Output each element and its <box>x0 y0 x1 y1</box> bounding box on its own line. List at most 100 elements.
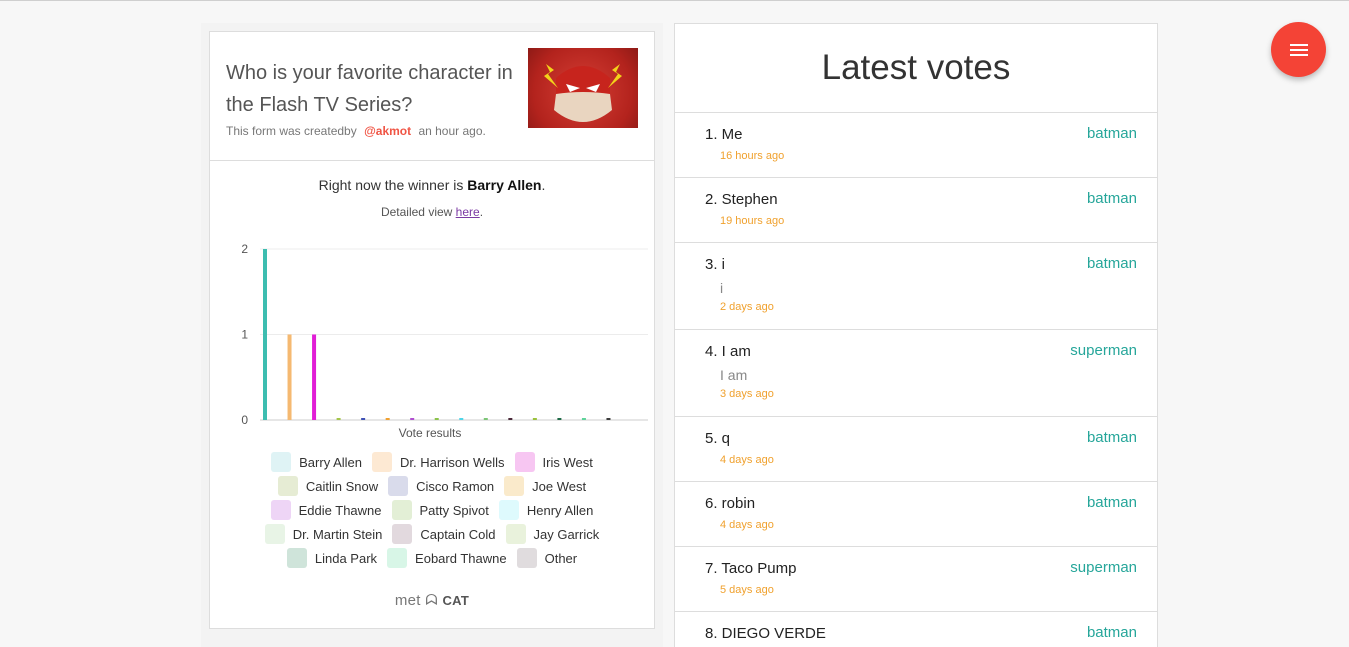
voter-name: 2. Stephen <box>705 191 778 208</box>
vote-choice: superman <box>1070 342 1137 359</box>
vote-comment: i <box>720 280 724 296</box>
vote-time: 2 days ago <box>720 301 774 313</box>
legend-item[interactable]: Henry Allen <box>498 500 593 520</box>
bar-eobard-thawne[interactable] <box>581 418 586 420</box>
legend-item[interactable]: Other <box>516 548 578 568</box>
legend-label: Caitlin Snow <box>305 478 379 494</box>
vote-time: 3 days ago <box>720 388 774 400</box>
bar-dr-martin-stein[interactable] <box>483 418 488 420</box>
legend-label: Dr. Harrison Wells <box>400 454 505 470</box>
bar-linda-park[interactable] <box>557 418 562 420</box>
bar-iris-west[interactable] <box>312 334 317 421</box>
vote-choice: batman <box>1086 494 1137 511</box>
chart-legend: Barry Allen Dr. Harrison Wells Iris West Ca… <box>210 452 654 568</box>
bar-patty-spivot[interactable] <box>434 418 439 420</box>
legend-label: Cisco Ramon <box>416 478 495 494</box>
legend-label: Iris West <box>542 454 593 470</box>
author-link[interactable]: @akmot <box>364 124 411 138</box>
bar-cisco-ramon[interactable] <box>361 418 366 420</box>
detail-suffix: . <box>479 205 484 219</box>
vote-time: 5 days ago <box>720 584 774 596</box>
vote-item: 6. robin 4 days ago batman <box>675 482 1157 547</box>
legend-swatch <box>392 524 413 544</box>
vote-comment: I am <box>720 367 748 383</box>
vote-item: 1. Me 16 hours ago batman <box>675 113 1157 178</box>
x-axis-label: Vote results <box>399 426 462 437</box>
legend-row: Caitlin Snow Cisco Ramon Joe West <box>277 476 586 496</box>
voter-name: 3. i <box>705 256 726 273</box>
metcat-logo: met ᗣ CAT <box>210 592 654 609</box>
legend-item[interactable]: Eobard Thawne <box>387 548 507 568</box>
winner-name: Barry Allen <box>467 177 542 193</box>
legend-item[interactable]: Caitlin Snow <box>277 476 379 496</box>
menu-button[interactable] <box>1271 22 1326 77</box>
winner-suffix: . <box>541 177 546 193</box>
poll-header: Who is your favorite character in the Fl… <box>210 32 654 161</box>
legend-swatch <box>388 476 409 496</box>
legend-swatch <box>277 476 298 496</box>
vote-choice: batman <box>1086 624 1137 641</box>
legend-label: Captain Cold <box>420 526 496 542</box>
legend-swatch <box>391 500 412 520</box>
poll-question: Who is your favorite character in the Fl… <box>226 62 513 116</box>
legend-item[interactable]: Cisco Ramon <box>388 476 494 496</box>
menu-icon <box>1289 43 1308 56</box>
legend-item[interactable]: Iris West <box>514 452 593 472</box>
legend-swatch <box>270 500 291 520</box>
legend-item[interactable]: Eddie Thawne <box>270 500 382 520</box>
vote-choice: batman <box>1086 190 1137 207</box>
y-tick-label: 1 <box>241 328 248 342</box>
legend-item[interactable]: Jay Garrick <box>505 524 600 544</box>
legend-item[interactable]: Barry Allen <box>271 452 362 472</box>
legend-label: Barry Allen <box>299 454 363 470</box>
legend-item[interactable]: Linda Park <box>286 548 377 568</box>
latest-votes-title: Latest votes <box>675 24 1157 113</box>
legend-row: Eddie Thawne Patty Spivot Henry Allen <box>270 500 593 520</box>
legend-swatch <box>264 524 285 544</box>
voter-name: 6. robin <box>705 495 756 512</box>
vote-results-chart: 0 1 2 Vote results <box>241 242 648 437</box>
cat-icon: ᗣ <box>425 592 438 609</box>
vote-choice: batman <box>1086 255 1137 272</box>
vote-time: 4 days ago <box>720 454 774 466</box>
legend-item[interactable]: Dr. Harrison Wells <box>372 452 505 472</box>
detail-link[interactable]: here <box>456 205 480 219</box>
legend-label: Other <box>544 550 578 566</box>
bar-captain-cold[interactable] <box>508 418 513 420</box>
vote-item: 3. i i 2 days ago batman <box>675 243 1157 330</box>
bar-other[interactable] <box>606 418 611 420</box>
legend-row: Linda Park Eobard Thawne Other <box>286 548 578 568</box>
legend-swatch <box>372 452 393 472</box>
created-prefix: This form was createdby <box>226 124 357 138</box>
legend-label: Jay Garrick <box>533 526 600 542</box>
flash-mask-thumbnail <box>528 48 638 128</box>
vote-choice: batman <box>1086 429 1137 446</box>
bar-joe-west[interactable] <box>385 418 390 420</box>
bar-caitlin-snow[interactable] <box>336 418 341 420</box>
bar-barry-allen[interactable] <box>263 249 267 420</box>
vote-item: 8. DIEGO VERDE batman <box>675 612 1157 647</box>
legend-row: Barry Allen Dr. Harrison Wells Iris West <box>271 452 593 472</box>
legend-label: Patty Spivot <box>419 502 489 518</box>
legend-label: Joe West <box>532 478 587 494</box>
legend-item[interactable]: Captain Cold <box>392 524 496 544</box>
legend-swatch <box>516 548 537 568</box>
bar-henry-allen[interactable] <box>459 418 464 420</box>
bar-dr-harrison-wells[interactable] <box>287 334 292 421</box>
bar-jay-garrick[interactable] <box>532 418 537 420</box>
detail-prefix: Detailed view <box>380 205 453 219</box>
winner-prefix: Right now the winner is <box>318 177 464 193</box>
legend-item[interactable]: Patty Spivot <box>391 500 489 520</box>
vote-choice: superman <box>1070 559 1137 576</box>
legend-swatch <box>505 524 526 544</box>
legend-swatch <box>514 452 535 472</box>
legend-item[interactable]: Joe West <box>504 476 586 496</box>
legend-swatch <box>498 500 519 520</box>
created-time: an hour ago. <box>418 124 486 138</box>
bar-eddie-thawne[interactable] <box>410 418 415 420</box>
legend-swatch <box>504 476 525 496</box>
legend-item[interactable]: Dr. Martin Stein <box>264 524 382 544</box>
brand-left: met <box>394 592 421 609</box>
vote-time: 19 hours ago <box>720 215 785 227</box>
latest-votes-panel: Latest votes 1. Me 16 hours ago batman 2. S… <box>674 23 1158 647</box>
